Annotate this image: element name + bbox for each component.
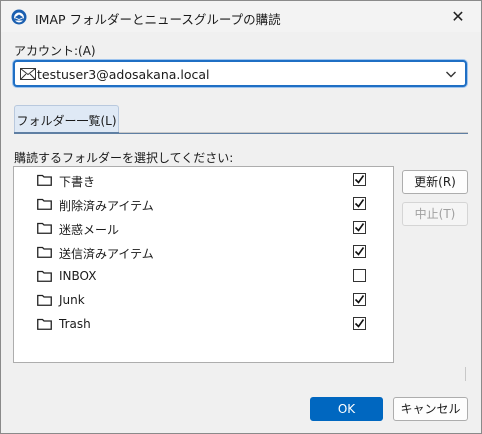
list-item[interactable]: Trash [14,313,393,337]
list-item[interactable]: 下書き [14,169,393,193]
folders-label: 購読するフォルダーを選択してください: [14,151,234,165]
subscribe-checkbox[interactable] [353,293,366,306]
list-item[interactable]: 削除済みアイテム [14,193,393,217]
folder-icon [37,174,52,186]
folder-name: 送信済みアイテム [59,247,154,261]
title-bar: IMAP フォルダーとニュースグループの購読 ✕ [1,1,481,32]
list-item[interactable]: 送信済みアイテム [14,241,393,265]
subscribe-checkbox[interactable] [353,197,366,210]
refresh-button[interactable]: 更新(R) [402,170,468,194]
folder-icon [37,198,52,210]
stop-button[interactable]: 中止(T) [402,202,468,226]
subscribe-checkbox[interactable] [353,221,366,234]
resize-grip[interactable] [465,367,466,381]
window-title: IMAP フォルダーとニュースグループの購読 [35,12,281,27]
folder-icon [37,222,52,234]
mail-account-icon [20,68,36,80]
subscribe-checkbox[interactable] [353,245,366,258]
thunderbird-app-icon [11,9,27,25]
list-item[interactable]: 迷惑メール [14,217,393,241]
tab-divider [119,132,468,133]
subscribe-checkbox[interactable] [353,269,366,282]
folder-name: INBOX [59,269,97,283]
folder-name: Trash [59,317,91,331]
folder-icon [37,318,52,330]
subscribe-dialog: IMAP フォルダーとニュースグループの購読 ✕ アカウント:(A) testu… [0,0,482,434]
subscribe-checkbox[interactable] [353,173,366,186]
ok-button[interactable]: OK [310,397,383,421]
subscribe-checkbox[interactable] [353,317,366,330]
folder-name: 下書き [59,175,96,189]
folder-name: Junk [59,293,85,307]
tab-label: フォルダー一覧(L) [16,114,117,128]
folder-list[interactable]: 下書き 削除済みアイテム 迷惑メール 送信済みアイテム INBOX Junk T… [13,166,394,363]
account-value: testuser3@adosakana.local [37,67,210,82]
list-item[interactable]: Junk [14,289,393,313]
account-dropdown[interactable]: testuser3@adosakana.local [13,60,467,87]
folder-icon [37,294,52,306]
folder-icon [37,270,52,282]
close-icon: ✕ [451,7,465,26]
folder-icon [37,246,52,258]
close-button[interactable]: ✕ [435,1,481,32]
folder-name: 迷惑メール [59,223,120,237]
tab-folder-list[interactable]: フォルダー一覧(L) [14,105,119,133]
folder-name: 削除済みアイテム [59,199,154,213]
cancel-button[interactable]: キャンセル [393,397,468,421]
account-label: アカウント:(A) [14,44,96,58]
list-item[interactable]: INBOX [14,265,393,289]
chevron-down-icon [446,71,456,78]
